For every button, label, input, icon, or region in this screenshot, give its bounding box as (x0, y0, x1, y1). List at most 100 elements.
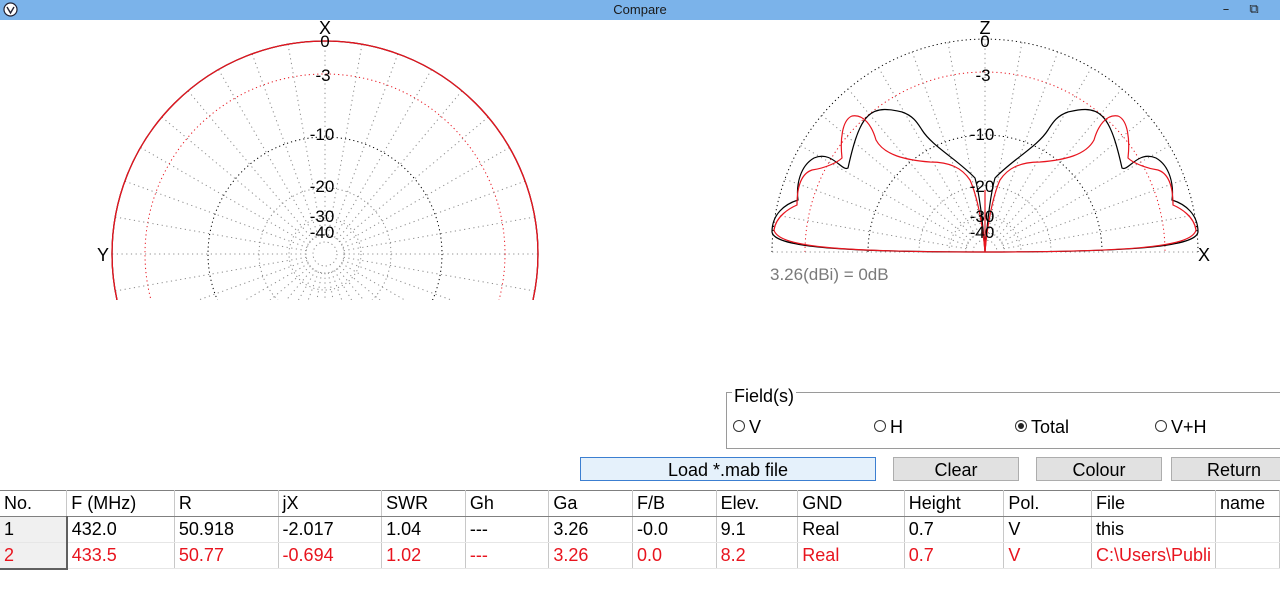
table-row[interactable]: 2 433.5 50.77 -0.694 1.02 --- 3.26 0.0 8… (0, 542, 1280, 570)
grid-spoke (244, 263, 309, 300)
table-cell[interactable]: 432.0 (66, 516, 175, 543)
table-cell[interactable]: 433.5 (66, 542, 175, 569)
elevation-ring-label: -10 (970, 125, 995, 144)
field-radio-h[interactable]: H (874, 417, 903, 439)
colour-button[interactable]: Colour (1036, 457, 1162, 481)
table-cell[interactable]: this (1091, 516, 1217, 543)
column-header[interactable]: jX (278, 490, 383, 517)
fields-legend: Field(s) (732, 386, 797, 407)
grid-spoke (115, 216, 307, 252)
column-header[interactable]: Ga (548, 490, 634, 517)
table-row[interactable]: 1 432.0 50.918 -2.017 1.04 --- 3.26 -0.0… (0, 516, 1280, 543)
elevation-ring-label: -40 (970, 223, 995, 242)
grid-spoke (187, 90, 314, 240)
table-cell[interactable]: V (1003, 542, 1092, 569)
column-header[interactable]: F/B (632, 490, 717, 517)
elevation-ring-label: -3 (975, 66, 990, 85)
table-cell[interactable]: 50.918 (174, 516, 279, 543)
grid-spoke (331, 53, 399, 237)
table-cell[interactable]: 0.7 (904, 542, 1005, 569)
grid-spoke (1003, 214, 1195, 250)
table-header-row: No. F (MHz) R jX SWR Gh Ga F/B Elev. GND… (0, 490, 1280, 517)
table-cell[interactable]: --- (465, 542, 550, 569)
column-header[interactable]: R (174, 490, 279, 517)
column-header[interactable]: Pol. (1003, 490, 1092, 517)
table-cell[interactable]: 1.02 (381, 542, 466, 569)
return-button[interactable]: Return (1171, 457, 1280, 481)
field-radio-label: H (890, 417, 903, 437)
grid-spoke (339, 116, 489, 243)
radio-button-icon (733, 420, 745, 433)
grid-spoke (341, 263, 406, 300)
grid-spoke (336, 90, 463, 240)
table-cell[interactable]: -2.017 (278, 516, 383, 543)
table-cell[interactable]: 50.77 (174, 542, 279, 569)
table-cell[interactable]: C:\Users\Publi (1091, 542, 1217, 569)
grid-spoke (911, 51, 979, 235)
field-radio-v-plus-h[interactable]: V+H (1155, 417, 1207, 439)
grid-spoke (847, 88, 974, 238)
table-cell[interactable]: Real (797, 516, 905, 543)
table-cell[interactable] (1215, 542, 1280, 569)
field-radio-v[interactable]: V (733, 417, 761, 439)
table-cell[interactable]: 2 (0, 542, 68, 570)
grid-spoke (342, 180, 526, 248)
table-cell[interactable]: -0.0 (632, 516, 717, 543)
column-header[interactable]: Height (904, 490, 1005, 517)
grid-spoke (336, 268, 365, 300)
table-cell[interactable]: 0.7 (904, 516, 1005, 543)
field-radio-label: V+H (1171, 417, 1207, 437)
azimuth-ring-label: -20 (310, 177, 335, 196)
load-mab-file-button[interactable]: Load *.mab file (580, 457, 876, 481)
clear-button[interactable]: Clear (893, 457, 1019, 481)
results-table: No. F (MHz) R jX SWR Gh Ga F/B Elev. GND… (0, 490, 1280, 570)
grid-spoke (331, 271, 343, 300)
table-cell[interactable] (1215, 516, 1280, 543)
grid-spoke (821, 114, 971, 241)
field-radio-total[interactable]: Total (1015, 417, 1069, 439)
grid-spoke (115, 256, 307, 292)
column-header[interactable]: SWR (381, 490, 466, 517)
radio-button-icon (874, 420, 886, 433)
grid-spoke (999, 114, 1149, 241)
azimuth-ring-label: -40 (310, 223, 335, 242)
column-header[interactable]: Elev. (716, 490, 799, 517)
grid-spoke (161, 116, 311, 243)
grid-spoke (251, 53, 319, 237)
grid-ring (312, 241, 338, 267)
grid-spoke (307, 271, 319, 300)
grid-spoke (339, 265, 381, 300)
table-cell[interactable]: V (1003, 516, 1092, 543)
table-cell[interactable]: --- (465, 516, 550, 543)
field-radio-label: V (749, 417, 762, 437)
grid-spoke (991, 51, 1059, 235)
table-cell[interactable]: Real (797, 542, 905, 569)
grid-spoke (775, 214, 967, 250)
column-header[interactable]: Gh (465, 490, 550, 517)
column-header[interactable]: No. (0, 490, 68, 517)
column-header[interactable]: File (1091, 490, 1217, 517)
table-cell[interactable]: 0.0 (632, 542, 717, 569)
table-cell[interactable]: 3.26 (548, 542, 634, 569)
azimuth-ring-label: -10 (310, 125, 335, 144)
azimuth-ring-label: 0 (320, 32, 329, 51)
table-cell[interactable]: 9.1 (716, 516, 799, 543)
column-header[interactable]: name (1215, 490, 1280, 517)
elevation-right-axis-label: X (1198, 245, 1210, 265)
azimuth-ring-label: -3 (315, 66, 330, 85)
column-header[interactable]: F (MHz) (66, 490, 175, 517)
elevation-ring-label: -20 (970, 177, 995, 196)
gain-reference-label: 3.26(dBi) = 0dB (770, 265, 889, 284)
azimuth-left-axis-label: Y (97, 245, 109, 265)
table-cell[interactable]: 1.04 (381, 516, 466, 543)
grid-spoke (1002, 178, 1186, 246)
table-cell[interactable]: -0.694 (278, 542, 383, 569)
column-header[interactable]: GND (797, 490, 905, 517)
radio-button-icon (1155, 420, 1167, 433)
grid-spoke (343, 256, 535, 292)
pattern-plots: X Y 0 -3 -10 -20 -30 -40 Z X 0 -3 -10 -2… (97, 18, 1210, 300)
table-cell[interactable]: 8.2 (716, 542, 799, 569)
table-cell[interactable]: 1 (0, 516, 68, 543)
table-cell[interactable]: 3.26 (548, 516, 634, 543)
grid-spoke (343, 216, 535, 252)
